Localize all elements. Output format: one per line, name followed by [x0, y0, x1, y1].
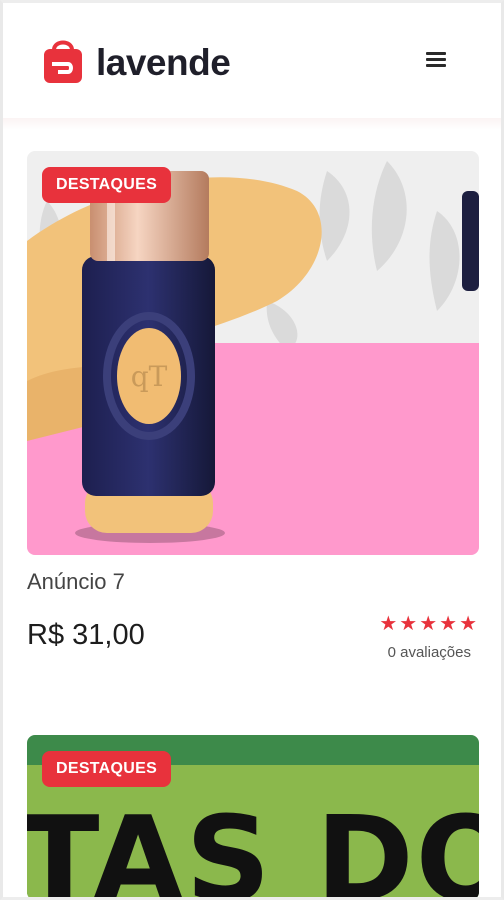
svg-text:qT: qT — [131, 360, 168, 393]
hamburger-menu-icon[interactable] — [426, 52, 450, 72]
product-rating: ★★★★★ 0 avaliações — [379, 611, 479, 661]
highlight-badge: DESTAQUES — [42, 751, 172, 787]
product-card[interactable]: qT DESTAQUES Anúncio 7 R$ 31,00 ★★★★★ 0 … — [27, 151, 479, 661]
brand-logo[interactable]: lavende — [42, 36, 231, 84]
banner-text: TAS DO — [27, 790, 479, 900]
review-count: 0 avaliações — [387, 644, 471, 661]
site-header: lavende — [0, 0, 504, 122]
product-image[interactable]: TAS DO DESTAQUES — [27, 735, 479, 900]
product-image[interactable]: qT DESTAQUES — [27, 151, 479, 555]
highlight-badge: DESTAQUES — [42, 167, 172, 203]
star-rating-icon: ★★★★★ — [379, 613, 479, 635]
product-card[interactable]: TAS DO DESTAQUES — [27, 735, 479, 900]
brand-name: lavende — [96, 41, 231, 83]
header-divider — [0, 118, 504, 130]
shopping-bag-icon — [42, 36, 84, 84]
product-price: R$ 31,00 — [27, 619, 145, 651]
product-title[interactable]: Anúncio 7 — [27, 569, 479, 595]
